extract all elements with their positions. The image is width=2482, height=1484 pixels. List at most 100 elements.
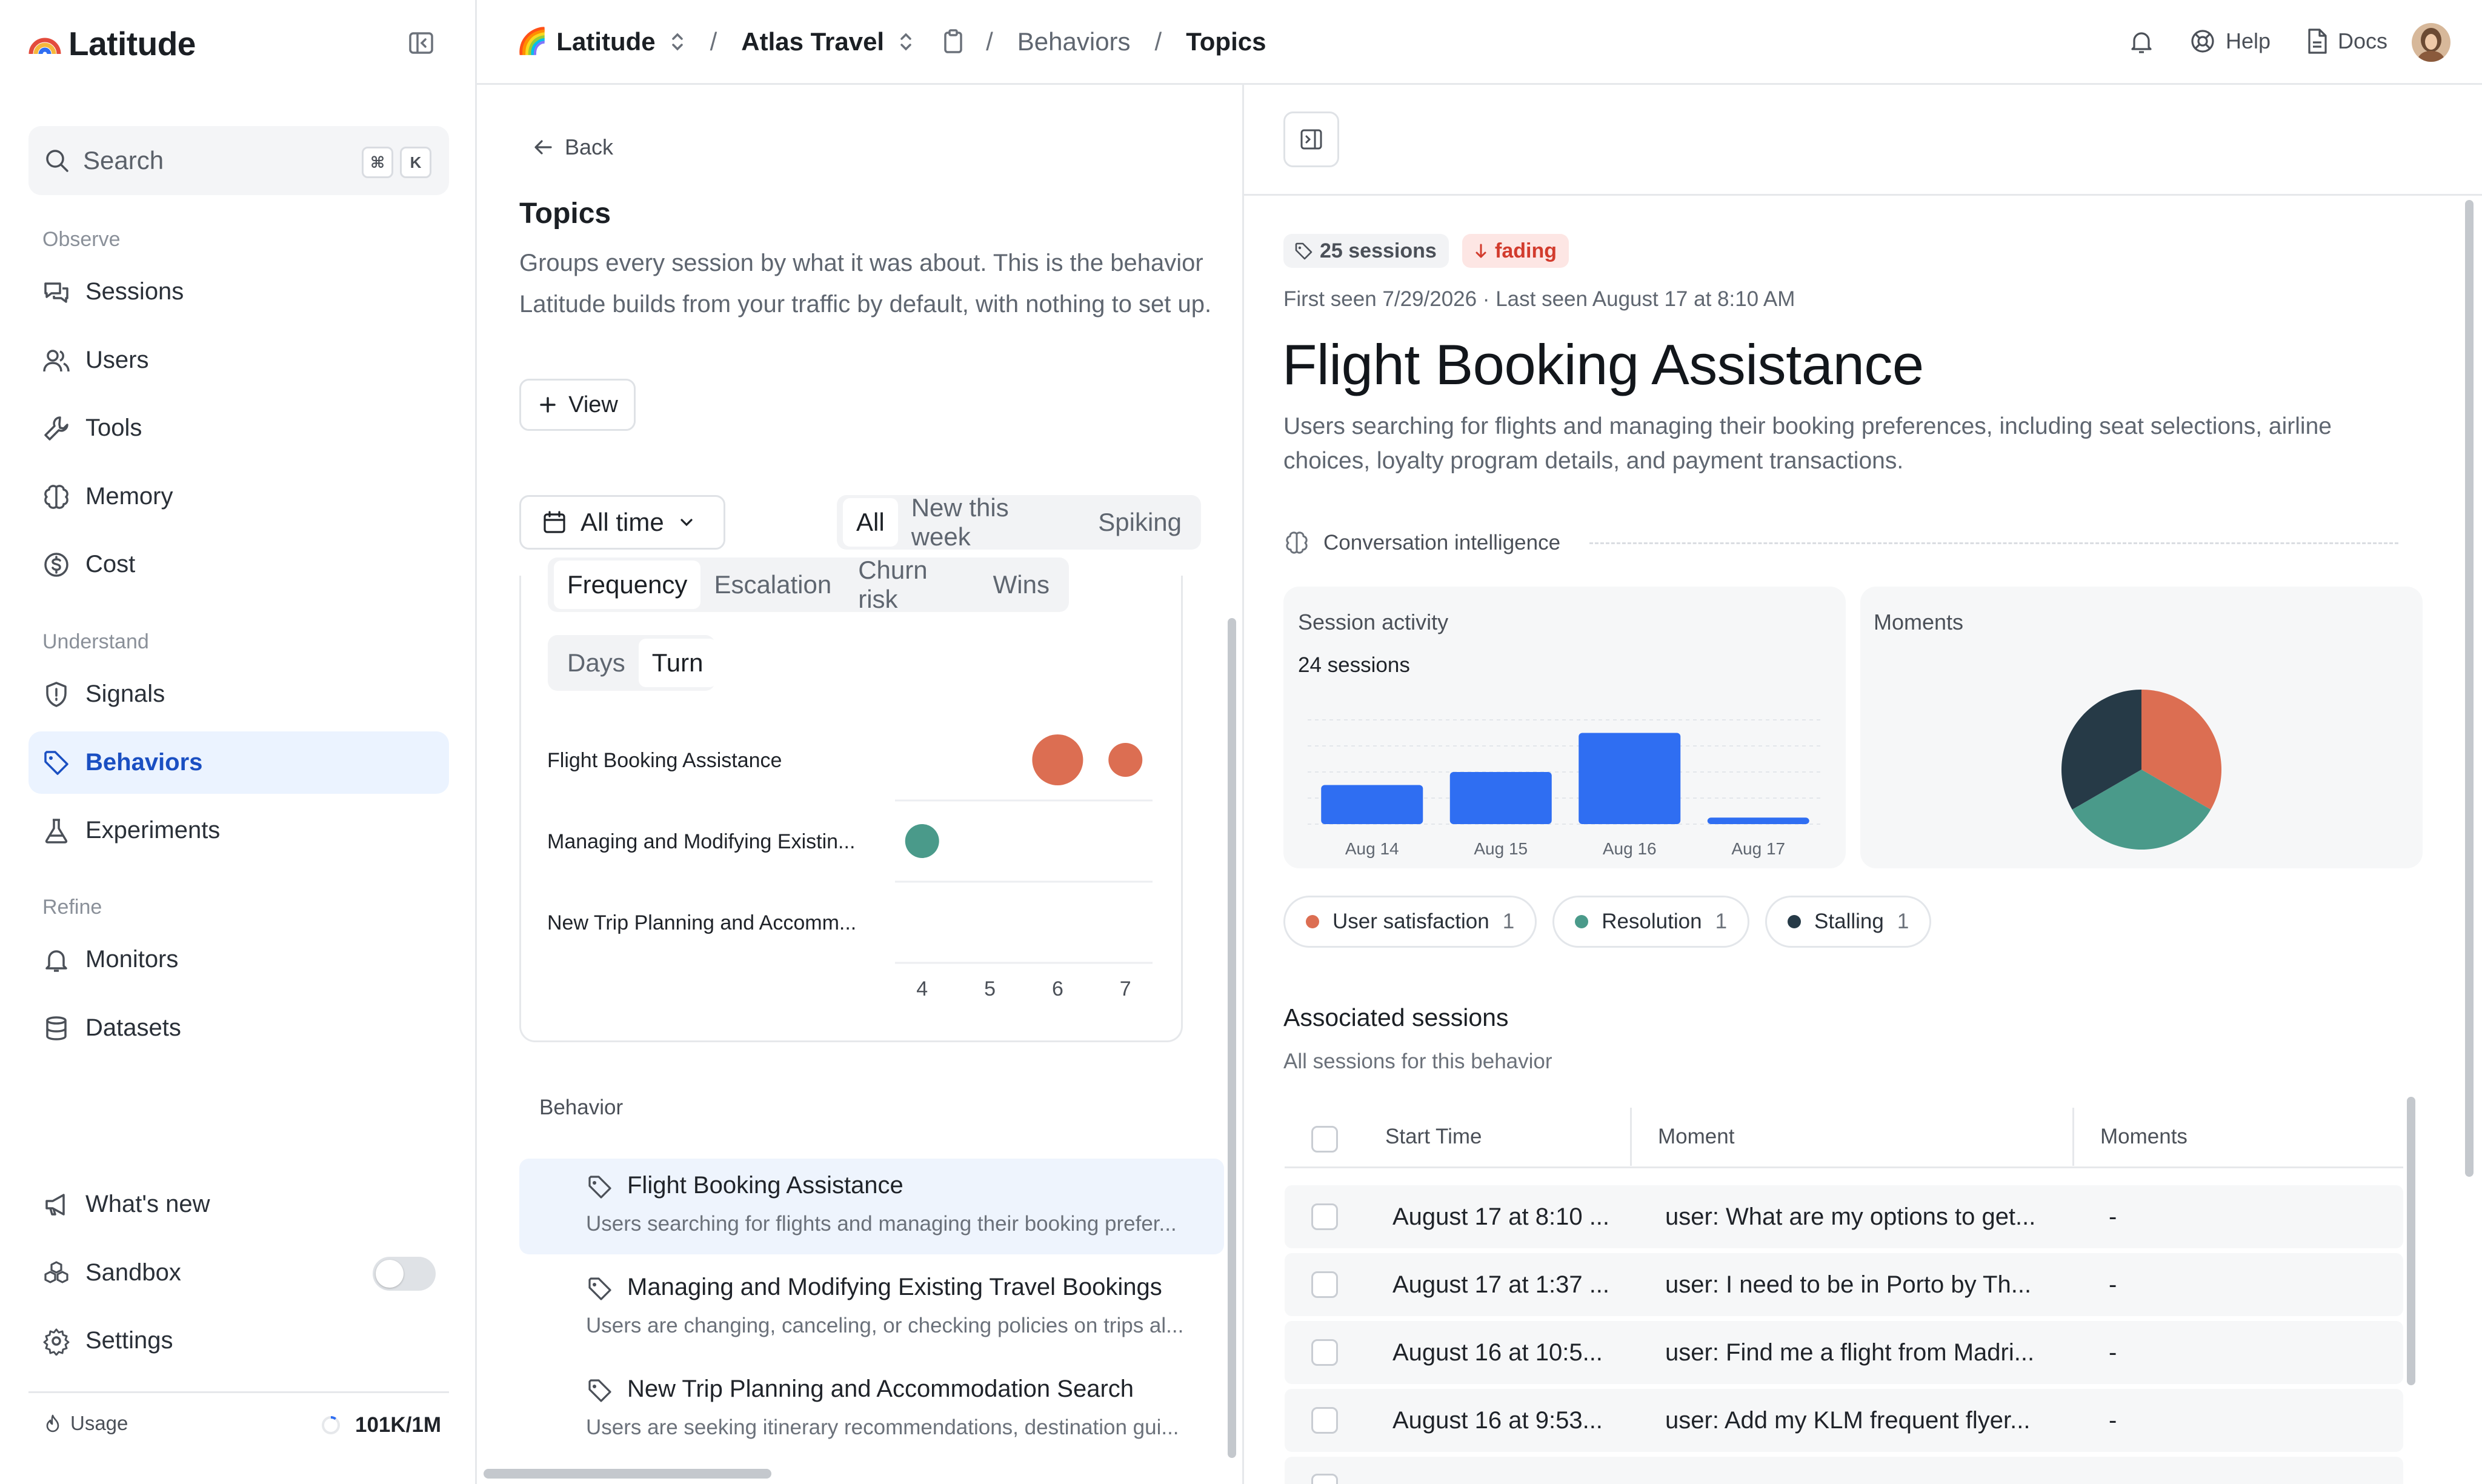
conversation-intelligence-header: Conversation intelligence [1283, 530, 2410, 556]
chevron-updown-icon[interactable] [897, 30, 914, 54]
table-scrollbar[interactable] [2407, 1097, 2415, 1385]
moments-card: Moments [1860, 587, 2423, 868]
row-checkbox[interactable] [1311, 1203, 1338, 1230]
row-checkbox[interactable] [1311, 1407, 1338, 1434]
collapse-sidebar-icon[interactable] [407, 28, 436, 58]
sandbox-toggle[interactable] [373, 1257, 436, 1291]
cell-moment: user: Find me a flight from Madri... [1665, 1339, 2035, 1366]
chat-icon [44, 282, 68, 303]
row-checkbox[interactable] [1311, 1474, 1338, 1484]
docs-button[interactable]: Docs [2304, 27, 2387, 56]
breadcrumb-topics[interactable]: Topics [1186, 27, 1266, 56]
behavior-list-item[interactable]: Flight Booking Assistance Users searchin… [519, 1159, 1224, 1254]
horizontal-scrollbar[interactable] [484, 1469, 771, 1479]
filter-new-this-week[interactable]: New this week [898, 493, 1085, 551]
tab-churn-risk[interactable]: Churn risk [845, 556, 979, 613]
behavior-title: Flight Booking Assistance [1282, 333, 1924, 396]
behavior-subtitle: Users are changing, canceling, or checki… [586, 1314, 1184, 1337]
sidebar-item-settings[interactable]: Settings [28, 1309, 449, 1372]
time-range-select[interactable]: All time [519, 495, 725, 550]
bar [1321, 785, 1423, 824]
session-activity-bar-chart: Aug 14 Aug 15 Aug 16 Aug 17 [1308, 719, 1823, 858]
back-button[interactable]: Back [531, 135, 613, 160]
sidebar-item-datasets[interactable]: Datasets [28, 997, 449, 1059]
sidebar-item-whats-new[interactable]: What's new [28, 1173, 449, 1236]
bubble-row-label: New Trip Planning and Accomm... [547, 911, 856, 934]
divider [1244, 194, 2482, 196]
tab-days[interactable]: Days [554, 639, 639, 687]
tab-frequency[interactable]: Frequency [554, 561, 701, 609]
cell-start-time: August 17 at 8:10 ... [1392, 1203, 1610, 1230]
x-tick-label: Aug 14 [1345, 839, 1399, 858]
column-header-moments[interactable]: Moments [2100, 1125, 2188, 1149]
wrench-icon [44, 416, 68, 441]
sidebar-item-behaviors[interactable]: Behaviors [28, 731, 449, 794]
arrow-down-icon [1476, 244, 1486, 258]
table-row[interactable]: August 17 at 8:10 ... user: What are my … [1285, 1185, 2403, 1248]
calendar-icon [544, 511, 565, 533]
column-header-start-time[interactable]: Start Time [1385, 1125, 1482, 1149]
behavior-list-item[interactable]: Managing and Modifying Existing Travel B… [519, 1260, 1224, 1356]
sidebar-item-experiments[interactable]: Experiments [28, 799, 449, 862]
legend-chip-stalling[interactable]: Stalling 1 [1765, 896, 1932, 948]
sidebar-item-label: Sessions [85, 278, 184, 305]
sidebar-item-users[interactable]: Users [28, 329, 449, 391]
sidebar-item-monitors[interactable]: Monitors [28, 928, 449, 991]
filter-all[interactable]: All [843, 498, 898, 547]
sidebar-item-cost[interactable]: Cost [28, 533, 449, 596]
section-refine: Refine [42, 896, 102, 919]
legend-chip-user-satisfaction[interactable]: User satisfaction 1 [1283, 896, 1537, 948]
table-row[interactable]: August 16 at 10:5... user: Find me a fli… [1285, 1321, 2403, 1384]
breadcrumb-behaviors[interactable]: Behaviors [1017, 27, 1131, 56]
toggle-panel-button[interactable] [1283, 111, 1339, 167]
breadcrumb-separator: / [986, 27, 993, 56]
cell-moment: user: Add my KLM frequent flyer... [1665, 1407, 2031, 1434]
bar [1449, 772, 1552, 824]
notifications-bell-icon[interactable] [2128, 28, 2155, 56]
usage-row[interactable]: Usage [42, 1412, 128, 1435]
column-divider[interactable] [1630, 1108, 1632, 1166]
column-header-moment[interactable]: Moment [1658, 1125, 1734, 1149]
row-checkbox[interactable] [1311, 1271, 1338, 1298]
behavior-list-item[interactable]: New Trip Planning and Accommodation Sear… [519, 1362, 1224, 1458]
tab-escalation[interactable]: Escalation [700, 561, 845, 609]
tab-wins[interactable]: Wins [980, 561, 1063, 609]
logo[interactable]: Latitude [27, 24, 196, 63]
session-activity-card: Session activity 24 sessions Aug 14 Aug 1… [1283, 587, 1846, 868]
row-checkbox[interactable] [1311, 1339, 1338, 1366]
chevron-updown-icon[interactable] [669, 30, 686, 54]
flask-icon [45, 818, 68, 843]
legend-label: Stalling [1814, 910, 1884, 933]
sidebar-item-label: Behaviors [85, 749, 203, 776]
table-row[interactable]: August 16 at 9:53... user: Add my KLM fr… [1285, 1389, 2403, 1452]
vertical-scrollbar[interactable] [2465, 200, 2474, 1177]
avatar[interactable] [2412, 23, 2450, 62]
table-row[interactable]: August 17 at 1:37 ... user: I need to be… [1285, 1253, 2403, 1316]
sidebar-item-tools[interactable]: Tools [28, 397, 449, 459]
clipboard-icon[interactable] [941, 28, 965, 55]
cell-start-time: August 16 at 10:5... [1392, 1339, 1603, 1366]
select-all-checkbox[interactable] [1311, 1126, 1338, 1153]
sidebar-item-label: Tools [85, 414, 142, 441]
gear-icon [43, 1328, 70, 1356]
sidebar-item-memory[interactable]: Memory [28, 465, 449, 528]
table-row-partial[interactable] [1285, 1457, 2403, 1484]
help-button[interactable]: Help [2188, 27, 2271, 56]
vertical-scrollbar[interactable] [1228, 618, 1236, 1458]
filter-spiking[interactable]: Spiking [1085, 498, 1195, 547]
sidebar-item-signals[interactable]: Signals [28, 663, 449, 725]
sidebar-item-label: Users [85, 347, 149, 373]
tab-turn[interactable]: Turn [638, 639, 717, 687]
docs-label: Docs [2338, 28, 2388, 53]
breadcrumb-app[interactable]: Atlas Travel [741, 27, 884, 56]
legend-chip-resolution[interactable]: Resolution 1 [1552, 896, 1750, 948]
shield-alert-icon [46, 681, 67, 707]
column-divider[interactable] [2072, 1108, 2074, 1166]
search-input[interactable]: Search ⌘ K [28, 126, 449, 195]
legend-dot [1575, 915, 1589, 928]
behavior-title: Flight Booking Assistance [627, 1172, 903, 1199]
breadcrumb-project[interactable]: Latitude [556, 27, 655, 56]
add-view-button[interactable]: View [519, 379, 636, 431]
sidebar-item-sessions[interactable]: Sessions [28, 261, 449, 323]
bell-icon [45, 950, 67, 972]
